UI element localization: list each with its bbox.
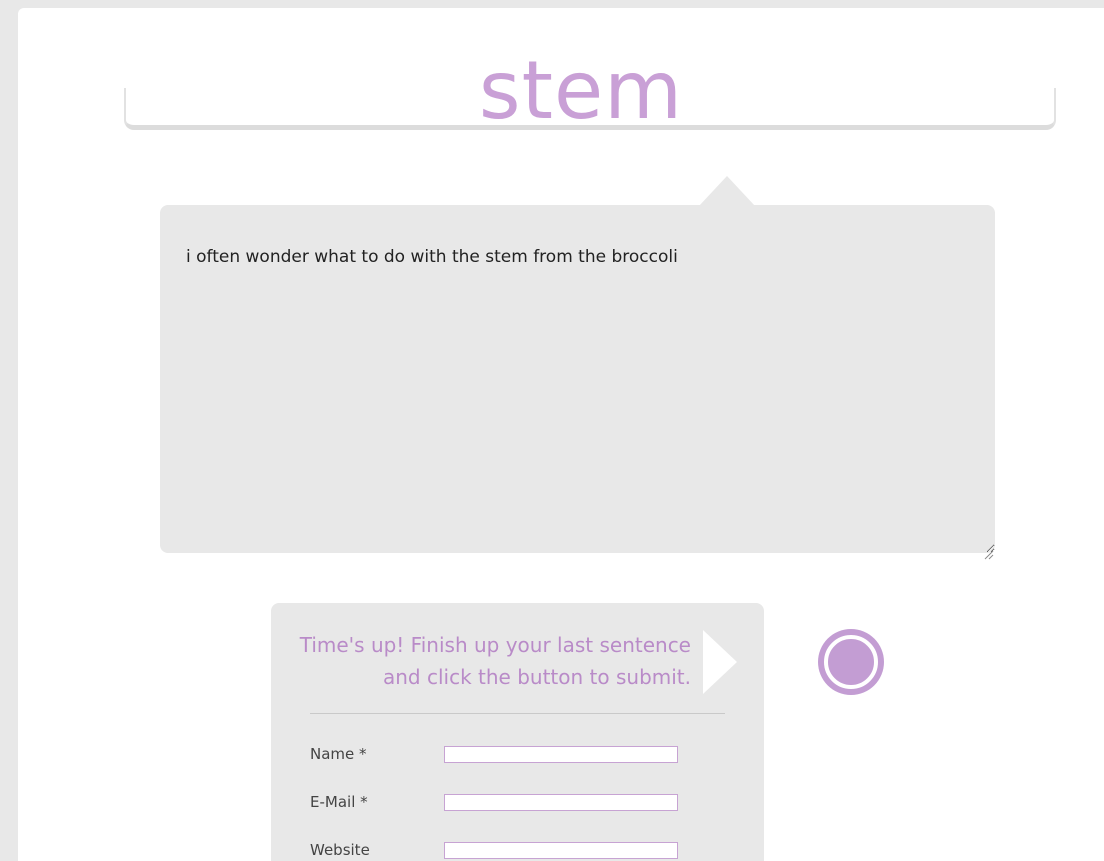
writing-textarea[interactable]: i often wonder what to do with the stem …: [160, 205, 995, 553]
times-up-message: Time's up! Finish up your last sentence …: [271, 629, 691, 693]
prompt-word: stem: [478, 44, 684, 137]
website-input[interactable]: [444, 842, 678, 859]
website-label: Website: [310, 841, 370, 859]
submit-button[interactable]: [818, 629, 884, 695]
resize-grip-icon[interactable]: [982, 548, 994, 560]
email-input[interactable]: [444, 794, 678, 811]
editor-pointer-notch: [699, 176, 755, 206]
name-input[interactable]: [444, 746, 678, 763]
submit-panel: Time's up! Finish up your last sentence …: [271, 603, 764, 861]
times-up-line-1: Time's up! Finish up your last sentence: [299, 633, 691, 657]
page: stem i often wonder what to do with the …: [18, 8, 1104, 861]
times-up-line-2: and click the button to submit.: [383, 665, 691, 689]
arrow-right-icon: [703, 630, 737, 694]
email-label: E-Mail *: [310, 793, 368, 811]
submit-circle-icon: [824, 635, 878, 689]
panel-divider: [310, 713, 725, 714]
name-label: Name *: [310, 745, 367, 763]
